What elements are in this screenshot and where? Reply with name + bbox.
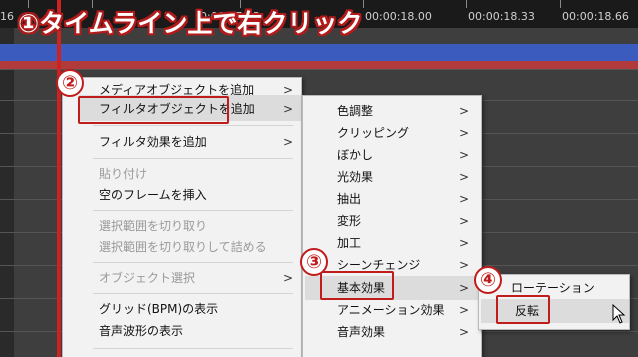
ruler-time-label: 00:00:18.33 bbox=[468, 10, 535, 23]
playhead-cursor[interactable] bbox=[57, 0, 61, 357]
menu-separator bbox=[93, 158, 293, 159]
mouse-pointer-icon bbox=[612, 304, 626, 324]
menu-item-label: 空のフレームを挿入 bbox=[99, 188, 207, 202]
step1-annotation-title: ①タイムライン上で右クリック bbox=[18, 9, 363, 38]
layer-header-gutter bbox=[0, 28, 14, 357]
filter-object-submenu: 色調整 > クリッピング > ぼかし > 光効果 > 抽出 > 変形 > 加工 … bbox=[302, 95, 482, 357]
submenu-item-blur[interactable]: ぼかし > bbox=[303, 143, 483, 167]
chevron-right-icon: > bbox=[283, 102, 294, 116]
timeline-window: 16 0:00:17.33 00:00:18.00 00:00:18.33 00… bbox=[0, 0, 638, 357]
menu-separator bbox=[93, 293, 293, 294]
chevron-right-icon: > bbox=[459, 126, 470, 140]
chevron-right-icon: > bbox=[459, 236, 470, 250]
chevron-right-icon: > bbox=[283, 271, 294, 285]
chevron-right-icon: > bbox=[459, 170, 470, 184]
step2-badge: ② bbox=[56, 69, 84, 97]
step3-badge: ③ bbox=[300, 248, 328, 276]
submenu-item-processing[interactable]: 加工 > bbox=[303, 231, 483, 255]
chevron-right-icon: > bbox=[459, 325, 470, 339]
step4-highlight-box bbox=[496, 295, 550, 324]
step3-highlight-box bbox=[320, 271, 394, 300]
submenu-item-light-effects[interactable]: 光効果 > bbox=[303, 165, 483, 189]
chevron-right-icon: > bbox=[459, 104, 470, 118]
menu-item-label: 選択範囲を切り取りして詰める bbox=[99, 240, 267, 254]
menu-item-label: 光効果 bbox=[337, 170, 374, 184]
submenu-item-transform[interactable]: 変形 > bbox=[303, 209, 483, 233]
menu-item-label: アニメーション効果 bbox=[337, 303, 445, 317]
menu-item-add-filter-effect[interactable]: フィルタ効果を追加 > bbox=[63, 130, 303, 154]
menu-separator bbox=[93, 210, 293, 211]
ruler-tick bbox=[466, 0, 467, 8]
step2-highlight-box bbox=[78, 96, 229, 124]
menu-item-cut-selection-ripple[interactable]: 選択範囲を切り取りして詰める bbox=[63, 235, 303, 259]
ruler-time-label: 00:00:18.00 bbox=[365, 10, 432, 23]
chevron-right-icon: > bbox=[459, 258, 470, 272]
menu-item-show-grid-bpm[interactable]: グリッド(BPM)の表示 bbox=[63, 297, 303, 321]
submenu-item-animation-effects[interactable]: アニメーション効果 > bbox=[303, 298, 483, 322]
submenu-item-extract[interactable]: 抽出 > bbox=[303, 187, 483, 211]
menu-separator bbox=[93, 348, 293, 349]
chevron-right-icon: > bbox=[459, 148, 470, 162]
layer-divider bbox=[0, 69, 638, 70]
ruler-tick bbox=[560, 0, 561, 8]
chevron-right-icon: > bbox=[459, 214, 470, 228]
menu-item-label: 変形 bbox=[337, 214, 362, 228]
step4-badge: ④ bbox=[474, 266, 502, 294]
menu-separator bbox=[93, 262, 293, 263]
menu-item-label: 音声波形の表示 bbox=[99, 324, 184, 338]
submenu-item-clipping[interactable]: クリッピング > bbox=[303, 121, 483, 145]
chevron-right-icon: > bbox=[283, 135, 294, 149]
menu-item-label: 色調整 bbox=[337, 104, 374, 118]
chevron-right-icon: > bbox=[459, 303, 470, 317]
chevron-right-icon: > bbox=[459, 192, 470, 206]
menu-item-label: ぼかし bbox=[337, 148, 374, 162]
ruler-tick bbox=[363, 0, 364, 8]
chevron-right-icon: > bbox=[459, 281, 470, 295]
menu-item-label: フィルタ効果を追加 bbox=[99, 135, 207, 149]
audio-object-clip[interactable] bbox=[0, 61, 638, 69]
menu-item-insert-empty-frame[interactable]: 空のフレームを挿入 bbox=[63, 183, 303, 207]
menu-item-show-audio-waveform[interactable]: 音声波形の表示 bbox=[63, 319, 303, 343]
menu-item-label: 音声効果 bbox=[337, 325, 386, 339]
submenu-item-color-correction[interactable]: 色調整 > bbox=[303, 99, 483, 123]
menu-item-label: グリッド(BPM)の表示 bbox=[99, 302, 219, 316]
ruler-time-label: 16 bbox=[0, 10, 14, 23]
ruler-time-label: 00:00:18.66 bbox=[562, 10, 629, 23]
menu-item-label: 抽出 bbox=[337, 192, 362, 206]
submenu-item-audio-effects[interactable]: 音声効果 > bbox=[303, 320, 483, 344]
media-object-clip[interactable] bbox=[0, 44, 638, 62]
menu-item-label: オブジェクト選択 bbox=[99, 271, 196, 285]
menu-item-object-select[interactable]: オブジェクト選択 > bbox=[63, 266, 303, 290]
menu-item-label: 加工 bbox=[337, 236, 362, 250]
menu-item-label: クリッピング bbox=[337, 126, 410, 140]
menu-separator bbox=[93, 125, 293, 126]
